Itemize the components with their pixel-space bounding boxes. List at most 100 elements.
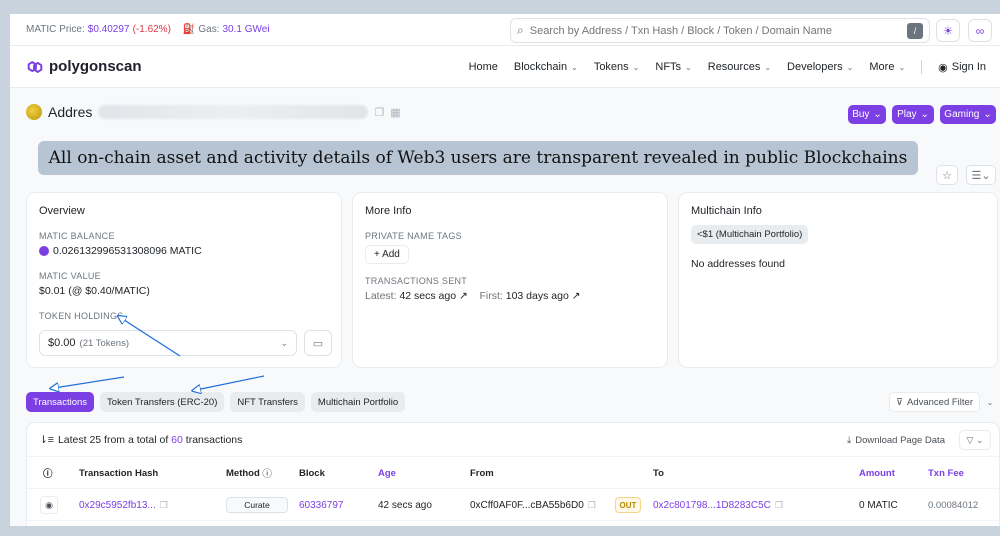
advanced-filter-chevron[interactable]: ⌄	[982, 392, 998, 412]
download-page-data-button[interactable]: ⤓ Download Page Data	[847, 430, 945, 450]
add-label: Add	[382, 249, 400, 260]
nav-nfts[interactable]: NFTs ⌄	[655, 61, 691, 73]
gas-value[interactable]: 30.1 GWei	[223, 24, 270, 35]
balance-row: 0.026132996531308096 MATIC	[39, 245, 329, 257]
copy-icon[interactable]: ❐	[775, 500, 783, 511]
download-icon: ⤓	[847, 434, 852, 446]
multichain-card: Multichain Info <$1 (Multichain Portfoli…	[678, 192, 998, 368]
col-from: From	[470, 467, 494, 479]
token-holdings-dropdown[interactable]: $0.00 (21 Tokens) ⌄	[39, 330, 297, 356]
price-change: (-1.62%)	[132, 24, 171, 35]
first-value[interactable]: 103 days ago	[506, 290, 569, 302]
qr-code-icon[interactable]: ▦	[390, 106, 400, 119]
chevron-down-icon: ⌄	[986, 397, 994, 407]
top-bar: MATIC Price: $0.40297 (-1.62%) ⛽ Gas: 30…	[10, 14, 1000, 46]
latest-value[interactable]: 42 secs ago	[399, 290, 456, 302]
nav-more[interactable]: More ⌄	[869, 61, 905, 73]
plus-icon: +	[374, 249, 383, 260]
nav-nfts-label: NFTs	[655, 61, 682, 73]
advanced-filter-button[interactable]: ⊽ Advanced Filter	[889, 392, 980, 412]
arrow-up-right-icon: ↗	[459, 290, 468, 302]
main-navbar: polygonscan Home Blockchain ⌄ Tokens ⌄ NFT…	[10, 46, 1000, 88]
wallet-icon: ▭	[312, 337, 324, 350]
price-label: MATIC Price:	[26, 24, 85, 35]
add-name-tag-button[interactable]: + Add	[365, 245, 409, 264]
table-row: ◉ 0x29c5952fb13... ❐ Curate 60336797 42 s…	[27, 489, 999, 521]
table-header-row: ⓘ Transaction Hash Method ⓘ Block Age Fr…	[27, 457, 999, 489]
favorite-button[interactable]: ☆	[936, 165, 958, 185]
matic-icon	[39, 246, 49, 256]
address-header: Addres ❐ ▦	[26, 104, 401, 120]
nav-blockchain[interactable]: Blockchain ⌄	[514, 61, 578, 73]
nav-tokens[interactable]: Tokens ⌄	[594, 61, 640, 73]
tab-nft-transfers[interactable]: NFT Transfers	[230, 392, 305, 412]
transactions-table-card: ⇂≡ Latest 25 from a total of 60 transact…	[26, 422, 1000, 526]
copy-icon[interactable]: ❐	[588, 500, 596, 511]
value-value: $0.01 (@ $0.40/MATIC)	[39, 285, 150, 297]
col-amount[interactable]: Amount	[859, 457, 895, 489]
multichain-portfolio-pill[interactable]: <$1 (Multichain Portfolio)	[691, 225, 809, 244]
balance-value: 0.026132996531308096 MATIC	[53, 245, 202, 257]
value-label: MATIC VALUE	[39, 271, 101, 281]
sign-in-label: Sign In	[951, 61, 986, 73]
tx-hash-cell: 0x29c5952fb13... ❐	[79, 489, 168, 521]
summary-count[interactable]: 60	[171, 434, 183, 446]
more-options-button[interactable]: ☰⌄	[966, 165, 996, 185]
search-icon: ⌕	[517, 23, 524, 37]
funnel-icon: ▽ ⌄	[966, 434, 984, 445]
search-shortcut: /	[907, 22, 923, 39]
polygon-icon: ∞	[975, 23, 985, 38]
more-info-card: More Info PRIVATE NAME TAGS + Add TRANSA…	[352, 192, 668, 368]
gaming-button[interactable]: Gaming ⌄	[940, 105, 996, 124]
tab-multichain-portfolio[interactable]: Multichain Portfolio	[310, 392, 406, 412]
more-info-title: More Info	[365, 205, 412, 217]
holdings-value: $0.00	[48, 337, 76, 349]
wallet-button[interactable]: ▭	[304, 330, 332, 356]
buy-label: Buy	[852, 109, 870, 120]
search-input[interactable]	[529, 24, 907, 37]
col-to: To	[653, 467, 664, 479]
tx-hash-link[interactable]: 0x29c5952fb13...	[79, 500, 156, 511]
nav-menu: Home Blockchain ⌄ Tokens ⌄ NFTs ⌄ Resources…	[469, 46, 986, 88]
col-age[interactable]: Age	[378, 457, 396, 489]
arrow-up-right-icon: ↗	[571, 290, 581, 302]
polygonscan-page: MATIC Price: $0.40297 (-1.62%) ⛽ Gas: 30…	[10, 14, 1000, 526]
block-link[interactable]: 60336797	[299, 489, 344, 521]
play-button[interactable]: Play ⌄	[892, 105, 934, 124]
chevron-down-icon: ⌄	[898, 63, 906, 72]
col-method-label: Method	[226, 467, 260, 479]
polygon-logo-icon	[27, 60, 43, 73]
table-filter-button[interactable]: ▽ ⌄	[959, 430, 991, 450]
chevron-down-icon: ⌄	[571, 63, 578, 72]
tab-token-transfers[interactable]: Token Transfers (ERC-20)	[100, 392, 225, 412]
info-icon[interactable]: ⓘ	[262, 466, 272, 480]
sign-in-link[interactable]: ◉ Sign In	[938, 61, 986, 74]
filter-icon: ⊽	[896, 396, 903, 408]
site-logo[interactable]: polygonscan	[26, 58, 142, 76]
nav-home[interactable]: Home	[469, 61, 498, 73]
from-address[interactable]: 0xCff0AF0F...cBA55b6D0	[470, 500, 584, 511]
nav-divider	[921, 60, 923, 74]
summary-suffix: transactions	[185, 433, 243, 446]
nav-developers[interactable]: Developers ⌄	[787, 61, 853, 73]
chevron-down-icon: ⌄	[685, 63, 692, 72]
name-tags-label: PRIVATE NAME TAGS	[365, 231, 462, 241]
copy-icon[interactable]: ❐	[374, 106, 384, 119]
sort-icon: ⇂≡	[39, 433, 54, 446]
buy-button[interactable]: Buy ⌄	[848, 105, 886, 124]
col-txn-fee[interactable]: Txn Fee	[928, 457, 964, 489]
tab-transactions[interactable]: Transactions	[26, 392, 95, 412]
theme-toggle-button[interactable]: ☀	[936, 19, 960, 42]
network-switch-button[interactable]: ∞	[968, 19, 992, 42]
help-circle-icon[interactable]: ⓘ	[43, 457, 53, 489]
search-box: ⌕ /	[510, 18, 930, 43]
view-details-button[interactable]: ◉	[40, 496, 58, 514]
holdings-label: TOKEN HOLDINGS	[39, 311, 124, 321]
gas-pump-icon: ⛽	[182, 24, 196, 35]
copy-icon[interactable]: ❐	[160, 500, 168, 511]
to-address-link[interactable]: 0x2c801798...1D8283C5C	[653, 500, 771, 511]
latest-label: Latest:	[365, 290, 397, 302]
chevron-down-icon: ⌄	[920, 109, 929, 120]
txn-fee-cell: 0.00084012	[928, 499, 979, 511]
nav-resources[interactable]: Resources ⌄	[708, 61, 771, 73]
